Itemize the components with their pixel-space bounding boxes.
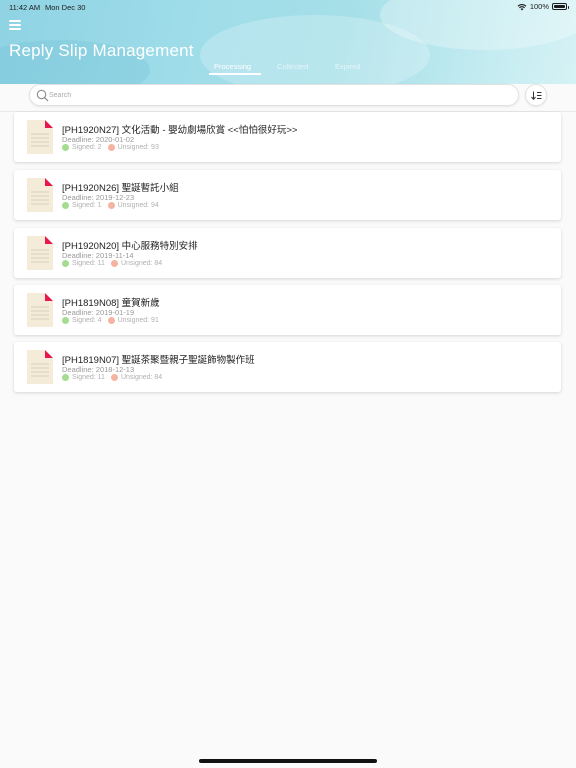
unsigned-count: Unsigned: 84 <box>120 374 163 381</box>
unsigned-count: Unsigned: 91 <box>117 317 159 324</box>
slip-stats: Signed: 11 Unsigned: 84 <box>62 374 168 381</box>
slip-deadline: Deadline: 2019-12-23 <box>62 193 135 202</box>
sort-icon <box>530 91 541 100</box>
status-bar: 11:42 AM Mon Dec 30 100% <box>0 0 576 14</box>
reply-slip-card[interactable]: [PH1920N27] 文化活動 - 嬰幼劇場欣賞 <<怕怕很好玩>> Dead… <box>14 112 561 162</box>
slip-stats: Signed: 2 Unsigned: 93 <box>62 144 165 151</box>
signed-count: Signed: 1 <box>72 202 102 209</box>
unsigned-dot-icon <box>107 317 115 324</box>
tab-expired[interactable]: Expired <box>335 62 360 71</box>
document-icon <box>27 350 53 384</box>
reply-slip-card[interactable]: [PH1819N08] 童賀新歲 Deadline: 2019-01-19 Si… <box>14 285 561 335</box>
document-icon <box>27 293 53 327</box>
signed-dot-icon <box>62 144 69 151</box>
search-icon <box>36 89 49 102</box>
slip-deadline: Deadline: 2019-01-19 <box>62 308 135 317</box>
active-tab-indicator <box>209 73 261 75</box>
search-input[interactable] <box>49 88 509 103</box>
tab-collected[interactable]: Collected <box>277 62 308 71</box>
home-indicator[interactable] <box>199 759 377 763</box>
slip-deadline: Deadline: 2020-01-02 <box>62 135 135 144</box>
wifi-icon <box>517 3 527 10</box>
reply-slip-card[interactable]: [PH1819N07] 聖誕茶聚暨親子聖誕飾物製作班 Deadline: 201… <box>14 342 561 392</box>
status-time: 11:42 AM <box>9 3 41 12</box>
unsigned-dot-icon <box>107 202 115 209</box>
signed-count: Signed: 11 <box>72 260 105 267</box>
reply-slip-card[interactable]: [PH1920N20] 中心服務特別安排 Deadline: 2019-11-1… <box>14 228 561 278</box>
unsigned-dot-icon <box>110 260 118 267</box>
unsigned-count: Unsigned: 84 <box>120 260 163 267</box>
document-icon <box>27 178 53 212</box>
document-icon <box>27 120 53 154</box>
signed-count: Signed: 4 <box>72 317 102 324</box>
page-title: Reply Slip Management <box>9 41 194 60</box>
slip-stats: Signed: 1 Unsigned: 94 <box>62 202 165 209</box>
sort-button[interactable] <box>525 84 547 106</box>
signed-dot-icon <box>62 260 69 267</box>
slip-deadline: Deadline: 2019-11-14 <box>62 251 134 260</box>
slip-title: [PH1819N07] 聖誕茶聚暨親子聖誕飾物製作班 <box>62 355 255 366</box>
signed-dot-icon <box>62 202 69 209</box>
signed-count: Signed: 11 <box>72 374 105 381</box>
reply-slip-card[interactable]: [PH1920N26] 聖誕暫託小組 Deadline: 2019-12-23 … <box>14 170 561 220</box>
slip-title: [PH1920N26] 聖誕暫託小組 <box>62 183 179 194</box>
battery-percent: 100% <box>529 2 549 11</box>
signed-dot-icon <box>62 374 69 381</box>
hamburger-icon <box>9 20 21 22</box>
unsigned-count: Unsigned: 93 <box>117 144 159 151</box>
slip-title: [PH1819N08] 童賀新歲 <box>62 298 160 309</box>
battery-icon <box>552 3 569 10</box>
search-bar[interactable] <box>29 84 519 106</box>
slip-title: [PH1920N27] 文化活動 - 嬰幼劇場欣賞 <<怕怕很好玩>> <box>62 125 298 136</box>
status-date: Mon Dec 30 <box>45 3 86 12</box>
signed-dot-icon <box>62 317 69 324</box>
unsigned-dot-icon <box>110 374 118 381</box>
signed-count: Signed: 2 <box>72 144 102 151</box>
document-icon <box>27 236 53 270</box>
unsigned-count: Unsigned: 94 <box>117 202 159 209</box>
slip-deadline: Deadline: 2018-12-13 <box>62 365 135 374</box>
slip-title: [PH1920N20] 中心服務特別安排 <box>62 241 198 252</box>
tab-processing[interactable]: Processing <box>214 62 251 71</box>
menu-button[interactable] <box>9 20 21 30</box>
slip-stats: Signed: 11 Unsigned: 84 <box>62 260 168 267</box>
tab-bar: Processing Collected Expired <box>0 62 576 76</box>
slip-stats: Signed: 4 Unsigned: 91 <box>62 317 165 324</box>
unsigned-dot-icon <box>107 144 115 151</box>
